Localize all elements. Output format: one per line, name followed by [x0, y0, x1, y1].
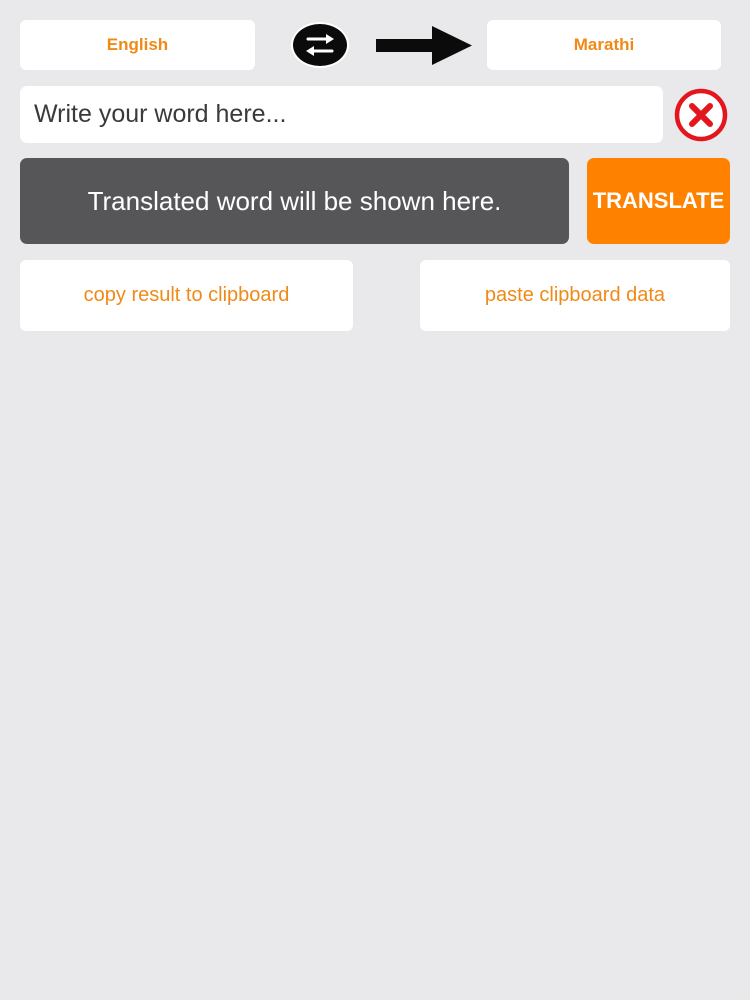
translation-result: Translated word will be shown here.	[20, 158, 569, 244]
target-language-button[interactable]: Marathi	[487, 20, 721, 70]
close-circle-icon	[674, 88, 728, 142]
clear-input-button[interactable]	[673, 87, 729, 143]
paste-clipboard-button[interactable]: paste clipboard data	[420, 260, 730, 331]
translate-button[interactable]: TRANSLATE	[587, 158, 730, 244]
swap-languages-button[interactable]	[290, 21, 350, 69]
word-input[interactable]	[20, 86, 663, 143]
swap-arrows-icon	[291, 22, 349, 68]
copy-result-button[interactable]: copy result to clipboard	[20, 260, 353, 331]
right-arrow-icon	[376, 26, 472, 65]
source-language-button[interactable]: English	[20, 20, 255, 70]
